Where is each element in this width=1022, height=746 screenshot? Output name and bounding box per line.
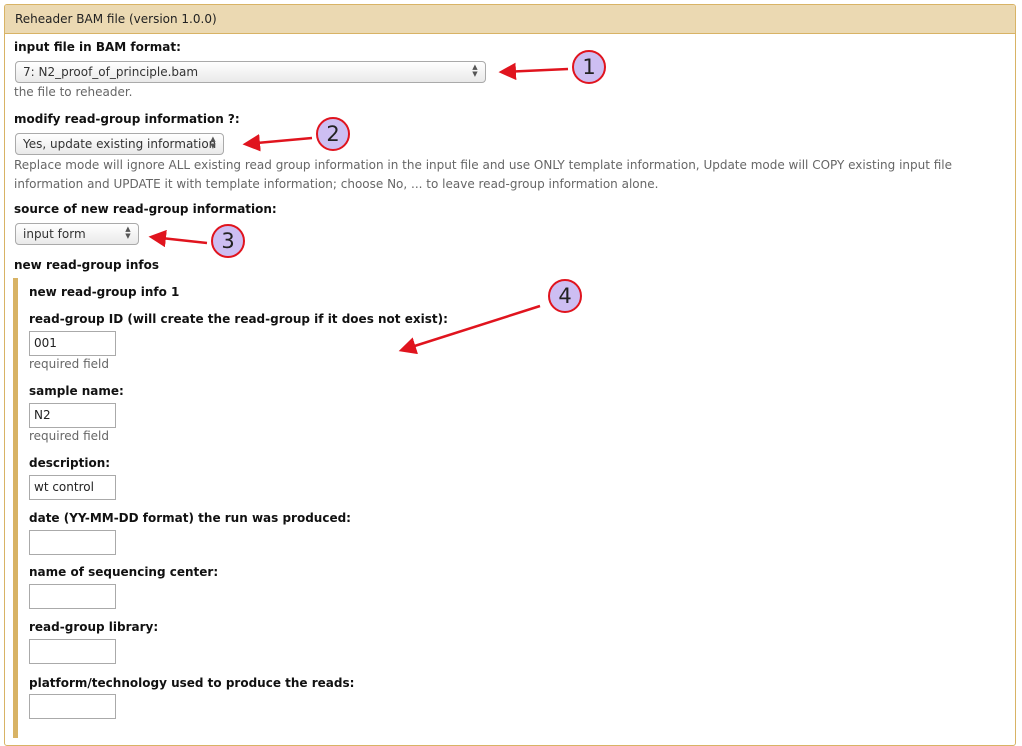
platform-input[interactable]	[29, 694, 116, 719]
source-label: source of new read-group information:	[14, 202, 277, 216]
rg-id-label: read-group ID (will create the read-grou…	[29, 312, 448, 326]
library-label: read-group library:	[29, 620, 159, 634]
rg-id-input[interactable]: 001	[29, 331, 116, 356]
input-file-label: input file in BAM format:	[14, 40, 181, 54]
input-file-selected-value: 7: N2_proof_of_principle.bam	[23, 65, 199, 79]
select-arrows-icon: ▲ ▼	[210, 135, 216, 150]
callout-4: 4	[548, 279, 582, 313]
description-label: description:	[29, 456, 111, 470]
repeat-group-bar	[13, 278, 18, 738]
date-input[interactable]	[29, 530, 116, 555]
input-file-select[interactable]: 7: N2_proof_of_principle.bam ▲ ▼	[15, 61, 486, 83]
source-select[interactable]: input form ▲ ▼	[15, 223, 139, 245]
source-selected-value: input form	[23, 227, 86, 241]
select-arrows-icon: ▲ ▼	[125, 225, 131, 240]
rg-id-help: required field	[29, 357, 109, 371]
platform-label: platform/technology used to produce the …	[29, 676, 355, 690]
tool-title: Reheader BAM file (version 1.0.0)	[5, 5, 1015, 34]
callout-3: 3	[211, 224, 245, 258]
callout-2: 2	[316, 117, 350, 151]
date-label: date (YY-MM-DD format) the run was produ…	[29, 511, 351, 525]
input-file-help: the file to reheader.	[14, 85, 133, 99]
modify-rg-help: Replace mode will ignore ALL existing re…	[14, 158, 953, 191]
rg-infos-label: new read-group infos	[14, 258, 159, 272]
sample-name-label: sample name:	[29, 384, 124, 398]
sample-name-input[interactable]: N2	[29, 403, 116, 428]
modify-rg-selected-value: Yes, update existing information	[23, 137, 217, 151]
center-input[interactable]	[29, 584, 116, 609]
sample-name-help: required field	[29, 429, 109, 443]
rg-info-title: new read-group info 1	[29, 285, 180, 299]
modify-rg-select[interactable]: Yes, update existing information ▲ ▼	[15, 133, 224, 155]
description-input[interactable]: wt control	[29, 475, 116, 500]
center-label: name of sequencing center:	[29, 565, 219, 579]
library-input[interactable]	[29, 639, 116, 664]
select-arrows-icon: ▲ ▼	[472, 63, 478, 78]
modify-rg-label: modify read-group information ?:	[14, 112, 240, 126]
callout-1: 1	[572, 50, 606, 84]
